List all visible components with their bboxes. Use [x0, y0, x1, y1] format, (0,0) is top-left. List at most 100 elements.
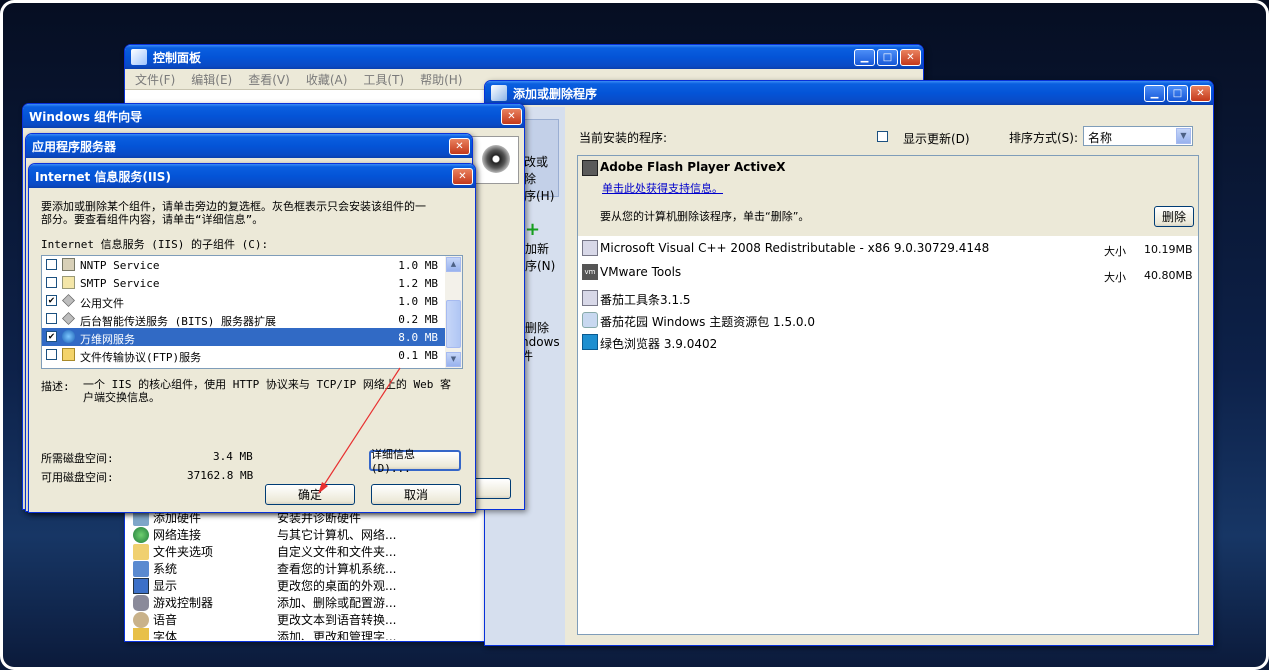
control-panel-icon	[131, 49, 147, 65]
menu-favorites[interactable]: 收藏(A)	[306, 71, 348, 88]
scrollbar[interactable]: ▲ ▼	[445, 256, 462, 368]
mail-icon	[62, 276, 75, 289]
change-remove-label: 改或 除 序(H)	[524, 154, 554, 205]
selected-program-row[interactable]: Adobe Flash Player ActiveX 单击此处获得支持信息。 要…	[578, 156, 1198, 236]
subcomponent-checkbox[interactable]: ✔	[46, 331, 57, 342]
globe-icon	[62, 330, 75, 343]
wizard-header-image	[471, 136, 519, 184]
arrowhead	[318, 482, 328, 494]
gamepad-icon	[133, 594, 149, 611]
component-icon	[62, 312, 75, 325]
component-icon	[62, 294, 75, 307]
menu-tools[interactable]: 工具(T)	[363, 71, 404, 88]
subcomponent-row[interactable]: ✔ 公用文件 1.0 MB	[42, 292, 446, 310]
system-icon	[133, 560, 149, 577]
arp-main-pane: 当前安装的程序: 显示更新(D) 排序方式(S): 名称 ▼ Adobe Fla…	[565, 107, 1213, 645]
control-panel-list: 添加硬件 安装并诊断硬件 网络连接 与其它计算机、网络... 文件夹选项 自定义…	[133, 509, 493, 640]
list-item[interactable]: 网络连接 与其它计算机、网络...	[133, 526, 493, 543]
program-row[interactable]: vm VMware Tools 大小 40.80MB	[578, 262, 1198, 284]
windows-components-label: /删除 ndows 件	[521, 321, 560, 363]
iis-instructions: 要添加或删除某个组件，请单击旁边的复选框。灰色框表示只会安装该组件的一 部分。要…	[41, 200, 426, 226]
show-updates-checkbox[interactable]	[877, 131, 888, 142]
iis-titlebar[interactable]: Internet 信息服务(IIS) ✕	[29, 164, 475, 188]
menu-file[interactable]: 文件(F)	[135, 71, 175, 88]
item-name: 字体	[153, 630, 178, 640]
item-desc: 更改文本到语音转换...	[277, 613, 397, 627]
wizard-titlebar[interactable]: Windows 组件向导 ✕	[23, 104, 524, 128]
subcomponent-name: 公用文件	[80, 297, 124, 310]
subcomponent-row[interactable]: NNTP Service 1.0 MB	[42, 256, 446, 274]
chevron-down-icon[interactable]: ▼	[1176, 128, 1191, 144]
program-row[interactable]: Microsoft Visual C++ 2008 Redistributabl…	[578, 238, 1198, 260]
show-updates-label[interactable]: 显示更新(D)	[903, 130, 970, 147]
folder-icon	[62, 348, 75, 361]
vmware-icon: vm	[582, 264, 598, 280]
add-new-label: 加新 序(N)	[525, 241, 555, 275]
minimize-icon[interactable]: ▁	[1144, 84, 1165, 102]
remove-program-button[interactable]: 删除	[1154, 206, 1194, 227]
subcomponent-row[interactable]: SMTP Service 1.2 MB	[42, 274, 446, 292]
menu-help[interactable]: 帮助(H)	[420, 71, 462, 88]
subcomponent-size: 1.0 MB	[398, 259, 438, 272]
close-icon[interactable]: ✕	[452, 167, 473, 185]
scroll-thumb[interactable]	[446, 300, 461, 348]
add-remove-programs-window: 添加或删除程序 ▁ □ ✕ 改或 除 序(H) + 加新 序(N) /删除 nd…	[484, 80, 1214, 646]
subcomponent-name: 后台智能传送服务 (BITS) 服务器扩展	[80, 315, 276, 328]
close-icon[interactable]: ✕	[1190, 84, 1211, 102]
subcomponent-checkbox[interactable]	[46, 313, 57, 324]
control-panel-title: 控制面板	[153, 50, 202, 65]
label-line: 改或	[524, 155, 549, 169]
support-info-link[interactable]: 单击此处获得支持信息。	[602, 180, 723, 196]
control-panel-titlebar[interactable]: 控制面板 ▁ □ ✕	[125, 45, 923, 69]
maximize-icon[interactable]: □	[1167, 84, 1188, 102]
list-item[interactable]: 语音 更改文本到语音转换...	[133, 611, 493, 628]
program-row[interactable]: 番茄花园 Windows 主题资源包 1.5.0.0	[578, 310, 1198, 332]
scroll-up-icon[interactable]: ▲	[446, 257, 461, 272]
close-icon[interactable]: ✕	[501, 107, 522, 125]
subcomponent-row[interactable]: 后台智能传送服务 (BITS) 服务器扩展 0.2 MB	[42, 310, 446, 328]
item-desc: 查看您的计算机系统...	[277, 562, 397, 576]
program-list: Adobe Flash Player ActiveX 单击此处获得支持信息。 要…	[577, 155, 1199, 635]
subcomponent-name: 万维网服务	[80, 333, 135, 346]
close-icon[interactable]: ✕	[449, 137, 470, 155]
subcomponent-checkbox[interactable]	[46, 349, 57, 360]
close-icon[interactable]: ✕	[900, 48, 921, 66]
label-line: 除	[524, 172, 537, 186]
list-item[interactable]: 字体 添加、更改和管理字...	[133, 628, 493, 640]
add-remove-icon	[491, 85, 507, 101]
list-item[interactable]: 文件夹选项 自定义文件和文件夹...	[133, 543, 493, 560]
theme-package-icon	[582, 312, 598, 328]
label-line: 加新	[525, 242, 550, 256]
subcomponent-checkbox[interactable]	[46, 259, 57, 270]
list-item[interactable]: 系统 查看您的计算机系统...	[133, 560, 493, 577]
label-line: 件	[521, 349, 534, 363]
app-server-titlebar[interactable]: 应用程序服务器 ✕	[26, 134, 472, 158]
menu-edit[interactable]: 编辑(E)	[191, 71, 232, 88]
program-row[interactable]: 番茄工具条3.1.5	[578, 288, 1198, 310]
scroll-down-icon[interactable]: ▼	[446, 352, 461, 367]
program-icon	[582, 290, 598, 306]
iis-title: Internet 信息服务(IIS)	[35, 169, 171, 184]
program-row[interactable]: 绿色浏览器 3.9.0402	[578, 332, 1198, 354]
size-label: 大小	[1104, 245, 1126, 258]
list-item[interactable]: 游戏控制器 添加、删除或配置游...	[133, 594, 493, 611]
current-programs-label: 当前安装的程序:	[579, 131, 668, 145]
folder-icon	[133, 543, 149, 560]
network-icon	[133, 526, 149, 543]
subcomponents-label: Internet 信息服务 (IIS) 的子组件 (C):	[41, 238, 269, 251]
disk-required-value: 3.4 MB	[213, 450, 253, 463]
label-line: 序(N)	[525, 259, 556, 273]
item-name: 文件夹选项	[153, 545, 214, 559]
app-server-title: 应用程序服务器	[32, 139, 117, 154]
list-item[interactable]: 显示 更改您的桌面的外观...	[133, 577, 493, 594]
arp-titlebar[interactable]: 添加或删除程序 ▁ □ ✕	[485, 81, 1213, 105]
subcomponent-checkbox[interactable]	[46, 277, 57, 288]
menu-view[interactable]: 查看(V)	[248, 71, 290, 88]
sort-select[interactable]: 名称 ▼	[1083, 126, 1193, 146]
subcomponent-checkbox[interactable]: ✔	[46, 295, 57, 306]
label-line: /删除	[521, 321, 550, 335]
minimize-icon[interactable]: ▁	[854, 48, 875, 66]
maximize-icon[interactable]: □	[877, 48, 898, 66]
speech-icon	[133, 611, 149, 628]
subcomponent-row[interactable]: ✔ 万维网服务 8.0 MB	[42, 328, 446, 346]
